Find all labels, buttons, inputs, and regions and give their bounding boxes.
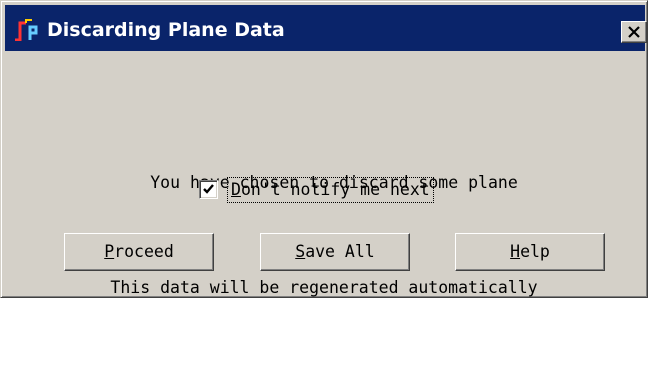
checkmark-icon [203,184,214,194]
message-line-2: This data will be regenerated automatica… [110,278,538,297]
window-title: Discarding Plane Data [47,19,285,41]
dont-notify-label[interactable]: Don't notify me next [227,177,434,203]
help-button[interactable]: Help [455,233,605,271]
dont-notify-checkbox[interactable] [199,180,218,199]
title-bar[interactable]: Discarding Plane Data [5,5,647,51]
proceed-button[interactable]: Proceed [64,233,214,271]
help-label: elp [520,242,550,261]
save-all-button[interactable]: Save All [260,233,410,271]
discarding-plane-data-dialog: Discarding Plane Data You have chosen to… [0,0,648,298]
save-all-mnemonic: S [295,242,306,261]
plane-app-icon [13,19,43,42]
proceed-label: roceed [114,242,174,261]
close-button[interactable] [621,21,647,43]
help-mnemonic: H [510,242,521,261]
proceed-mnemonic: P [104,242,115,261]
dont-notify-mnemonic: D [231,180,241,199]
close-x-icon [628,26,640,38]
save-all-label: ave All [305,242,375,261]
dont-notify-label-text: on't notify me next [240,180,430,199]
